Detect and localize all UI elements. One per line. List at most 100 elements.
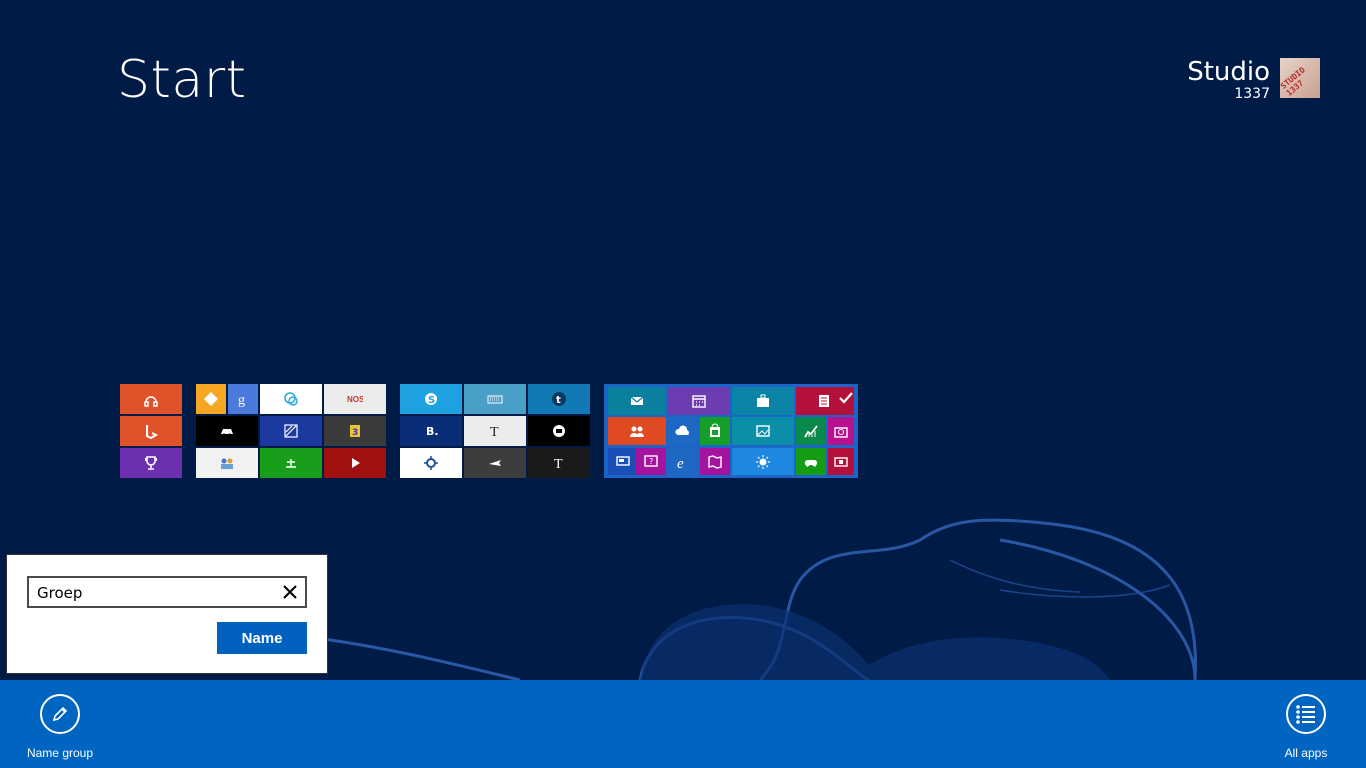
svg-text:NOS: NOS bbox=[347, 395, 363, 404]
diamond-icon bbox=[204, 392, 218, 406]
keyboard-icon bbox=[487, 395, 503, 404]
bing-tile[interactable] bbox=[120, 416, 182, 446]
video-tile[interactable] bbox=[324, 448, 386, 478]
photos-tile[interactable] bbox=[732, 417, 794, 445]
checkmark-icon bbox=[838, 390, 854, 406]
weather-tile[interactable] bbox=[732, 448, 794, 475]
all-apps-button[interactable]: All apps bbox=[1261, 694, 1351, 760]
camera-tile[interactable] bbox=[828, 417, 854, 445]
comic-app-tile[interactable]: 3 bbox=[324, 416, 386, 446]
video-app-tile[interactable] bbox=[828, 448, 854, 475]
nytimes-tile[interactable]: T bbox=[464, 416, 526, 446]
bing-icon bbox=[146, 425, 159, 439]
mail-tile[interactable] bbox=[608, 387, 666, 415]
svg-text:?: ? bbox=[649, 457, 653, 466]
name-button[interactable]: Name bbox=[217, 622, 307, 654]
skype-tile[interactable]: S bbox=[400, 384, 462, 414]
circles-app-tile[interactable] bbox=[260, 384, 322, 414]
booking-tile[interactable]: B. bbox=[400, 416, 462, 446]
travel-tile[interactable] bbox=[732, 387, 794, 415]
close-icon[interactable] bbox=[281, 583, 299, 601]
dark-app-tile[interactable] bbox=[196, 416, 258, 446]
green-app-tile[interactable] bbox=[260, 448, 322, 478]
suitcase-icon bbox=[757, 394, 769, 407]
tumblr-tile[interactable]: t bbox=[528, 384, 590, 414]
calendar-tile[interactable] bbox=[668, 387, 730, 415]
nyt-icon: T bbox=[554, 457, 563, 471]
user-account[interactable]: Studio 1337 STUDIO 1337 bbox=[1187, 58, 1320, 102]
camera-icon bbox=[834, 427, 848, 438]
store-icon bbox=[710, 423, 720, 437]
pencil-icon bbox=[40, 694, 80, 734]
name-group-flyout: Name bbox=[6, 554, 328, 674]
page-title: Start bbox=[117, 50, 247, 110]
gamepad-icon bbox=[804, 459, 818, 467]
people-icon bbox=[630, 426, 644, 437]
internet-explorer-tile[interactable]: e bbox=[668, 448, 698, 475]
desktop-tile[interactable] bbox=[608, 448, 638, 475]
newspaper-icon bbox=[819, 395, 829, 407]
sun-app-tile[interactable] bbox=[400, 448, 462, 478]
games-achievement-tile[interactable] bbox=[120, 448, 182, 478]
google-tile[interactable]: g bbox=[228, 384, 258, 414]
plane-icon bbox=[489, 460, 501, 466]
trophy-icon bbox=[145, 456, 157, 470]
music-tile[interactable] bbox=[120, 384, 182, 414]
maps-tile[interactable] bbox=[700, 448, 730, 475]
onedrive-tile[interactable] bbox=[668, 417, 698, 445]
avatar-text: STUDIO 1337 bbox=[1278, 65, 1307, 98]
nytimes-dark-tile[interactable]: T bbox=[528, 448, 590, 478]
list-icon bbox=[1286, 694, 1326, 734]
stripe-app-tile[interactable] bbox=[260, 416, 322, 446]
cloud-icon bbox=[675, 425, 689, 435]
group-name-input[interactable] bbox=[37, 583, 267, 603]
tumblr-icon: t bbox=[552, 392, 566, 406]
mail-icon bbox=[630, 396, 644, 405]
photo-icon bbox=[756, 425, 770, 437]
all-apps-label: All apps bbox=[1284, 746, 1328, 760]
nos-tile[interactable]: NOS bbox=[324, 384, 386, 414]
people-photo-tile[interactable] bbox=[196, 448, 258, 478]
calendar-icon bbox=[692, 395, 706, 408]
nos-icon: NOS bbox=[347, 395, 363, 404]
help-tile[interactable]: ? bbox=[636, 448, 666, 475]
xbox-games-tile[interactable] bbox=[796, 448, 826, 475]
scale-icon bbox=[286, 459, 296, 468]
flight-tile[interactable] bbox=[464, 448, 526, 478]
desktop-icon bbox=[616, 455, 630, 466]
booking-icon: B. bbox=[426, 425, 439, 438]
people-tile[interactable] bbox=[608, 417, 666, 445]
car-icon bbox=[221, 429, 233, 437]
app-bar: Name group All apps bbox=[0, 680, 1366, 768]
store-tile[interactable] bbox=[700, 417, 730, 445]
svg-text:t: t bbox=[556, 395, 561, 406]
circles-icon bbox=[284, 392, 298, 406]
weather-icon bbox=[756, 454, 770, 469]
keyboard-tile[interactable] bbox=[464, 384, 526, 414]
play-icon bbox=[352, 458, 360, 468]
group-name-field[interactable] bbox=[27, 576, 307, 608]
comic-icon: 3 bbox=[350, 425, 360, 438]
sun-icon bbox=[424, 456, 438, 470]
svg-text:3: 3 bbox=[352, 428, 358, 438]
nyt-icon: T bbox=[490, 425, 499, 439]
user-name: Studio bbox=[1187, 57, 1270, 87]
finance-tile[interactable] bbox=[796, 417, 826, 445]
headphones-icon bbox=[144, 396, 158, 407]
diamond-app-tile[interactable] bbox=[196, 384, 226, 414]
svg-text:B.: B. bbox=[426, 425, 439, 438]
black-circle-tile[interactable] bbox=[528, 416, 590, 446]
svg-text:T: T bbox=[490, 425, 499, 439]
video-icon bbox=[834, 456, 848, 467]
name-group-button[interactable]: Name group bbox=[15, 694, 105, 760]
ie-icon: e bbox=[677, 456, 684, 470]
google-icon: g bbox=[238, 393, 245, 407]
user-subtitle: 1337 bbox=[1234, 86, 1270, 102]
name-group-label: Name group bbox=[26, 746, 94, 760]
svg-text:T: T bbox=[554, 457, 563, 471]
help-icon: ? bbox=[644, 454, 658, 467]
avatar[interactable]: STUDIO 1337 bbox=[1278, 58, 1320, 98]
chart-icon bbox=[804, 425, 818, 438]
svg-text:e: e bbox=[677, 456, 684, 470]
stripe-icon bbox=[284, 424, 298, 438]
